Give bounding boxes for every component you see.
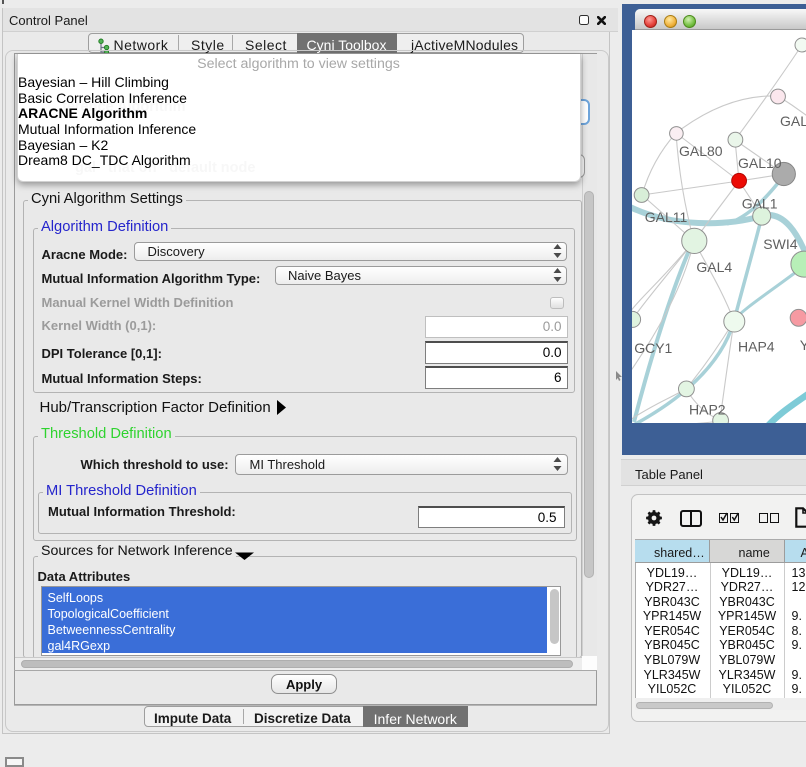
svg-text:GAL1: GAL1 — [742, 196, 778, 212]
svg-text:GAL80: GAL80 — [679, 143, 723, 159]
svg-text:HAP2: HAP2 — [689, 402, 726, 418]
svg-text:GAL4: GAL4 — [696, 259, 732, 275]
svg-text:GAL10: GAL10 — [738, 155, 782, 171]
svg-text:Y: Y — [800, 337, 806, 353]
svg-text:GAL11: GAL11 — [645, 209, 688, 225]
svg-text:GAL: GAL — [780, 113, 806, 129]
svg-text:SWI4: SWI4 — [763, 236, 797, 252]
svg-text:HAP4: HAP4 — [738, 339, 775, 355]
svg-text:GCY1: GCY1 — [634, 340, 672, 356]
